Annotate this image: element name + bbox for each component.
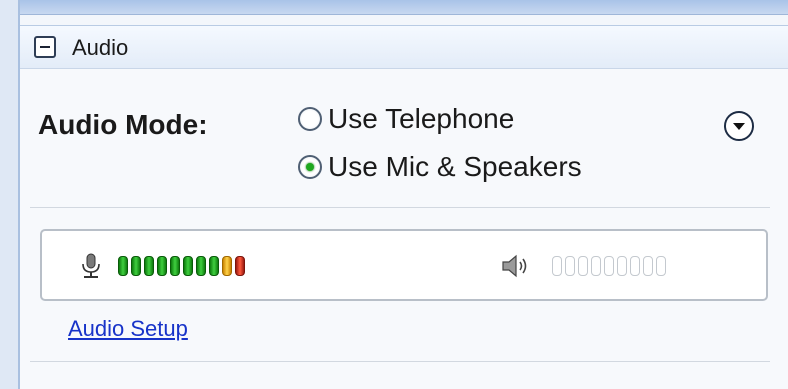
radio-button-mic-speakers[interactable]	[298, 155, 322, 179]
speaker-icon	[502, 254, 527, 278]
mic-level-segment	[144, 256, 154, 276]
mic-level-segment	[170, 256, 180, 276]
panel-left-edge	[0, 0, 20, 389]
audio-setup-link[interactable]: Audio Setup	[68, 316, 188, 342]
radio-button-telephone[interactable]	[298, 107, 322, 131]
section-divider-bottom	[30, 361, 770, 362]
mic-level-segment	[235, 256, 245, 276]
speaker-level-segment	[552, 256, 562, 276]
collapse-minus-icon[interactable]	[34, 36, 56, 58]
speaker-level-segment	[617, 256, 627, 276]
speaker-level-segment	[656, 256, 666, 276]
mic-level-segment	[118, 256, 128, 276]
option-label-mic-speakers[interactable]: Use Mic & Speakers	[328, 151, 582, 183]
speaker-level-segment	[643, 256, 653, 276]
mic-level-segment	[222, 256, 232, 276]
audio-panel-content: Audio Mode: Use Telephone Use Mic & Spea…	[20, 69, 788, 389]
window-top-band	[0, 0, 788, 15]
speaker-level-segment	[565, 256, 575, 276]
option-use-mic-speakers[interactable]: Use Mic & Speakers	[298, 149, 582, 185]
speaker-level-segment	[604, 256, 614, 276]
section-divider	[30, 207, 770, 208]
microphone-level-meter	[118, 256, 245, 276]
option-label-telephone[interactable]: Use Telephone	[328, 103, 514, 135]
mic-level-segment	[196, 256, 206, 276]
mic-level-segment	[157, 256, 167, 276]
mic-level-segment	[131, 256, 141, 276]
panel-gap	[20, 15, 788, 25]
speaker-level-meter	[552, 256, 666, 276]
options-dropdown-icon[interactable]	[724, 111, 754, 141]
speaker-level-segment	[578, 256, 588, 276]
audio-level-box	[40, 229, 768, 301]
audio-mode-label: Audio Mode:	[38, 109, 208, 140]
microphone-icon	[82, 253, 100, 278]
speaker-level-segment	[630, 256, 640, 276]
option-use-telephone[interactable]: Use Telephone	[298, 101, 514, 137]
mic-level-segment	[209, 256, 219, 276]
speaker-level-segment	[591, 256, 601, 276]
mic-level-segment	[183, 256, 193, 276]
audio-panel-header[interactable]: Audio	[20, 25, 788, 69]
panel-title: Audio	[72, 35, 129, 60]
